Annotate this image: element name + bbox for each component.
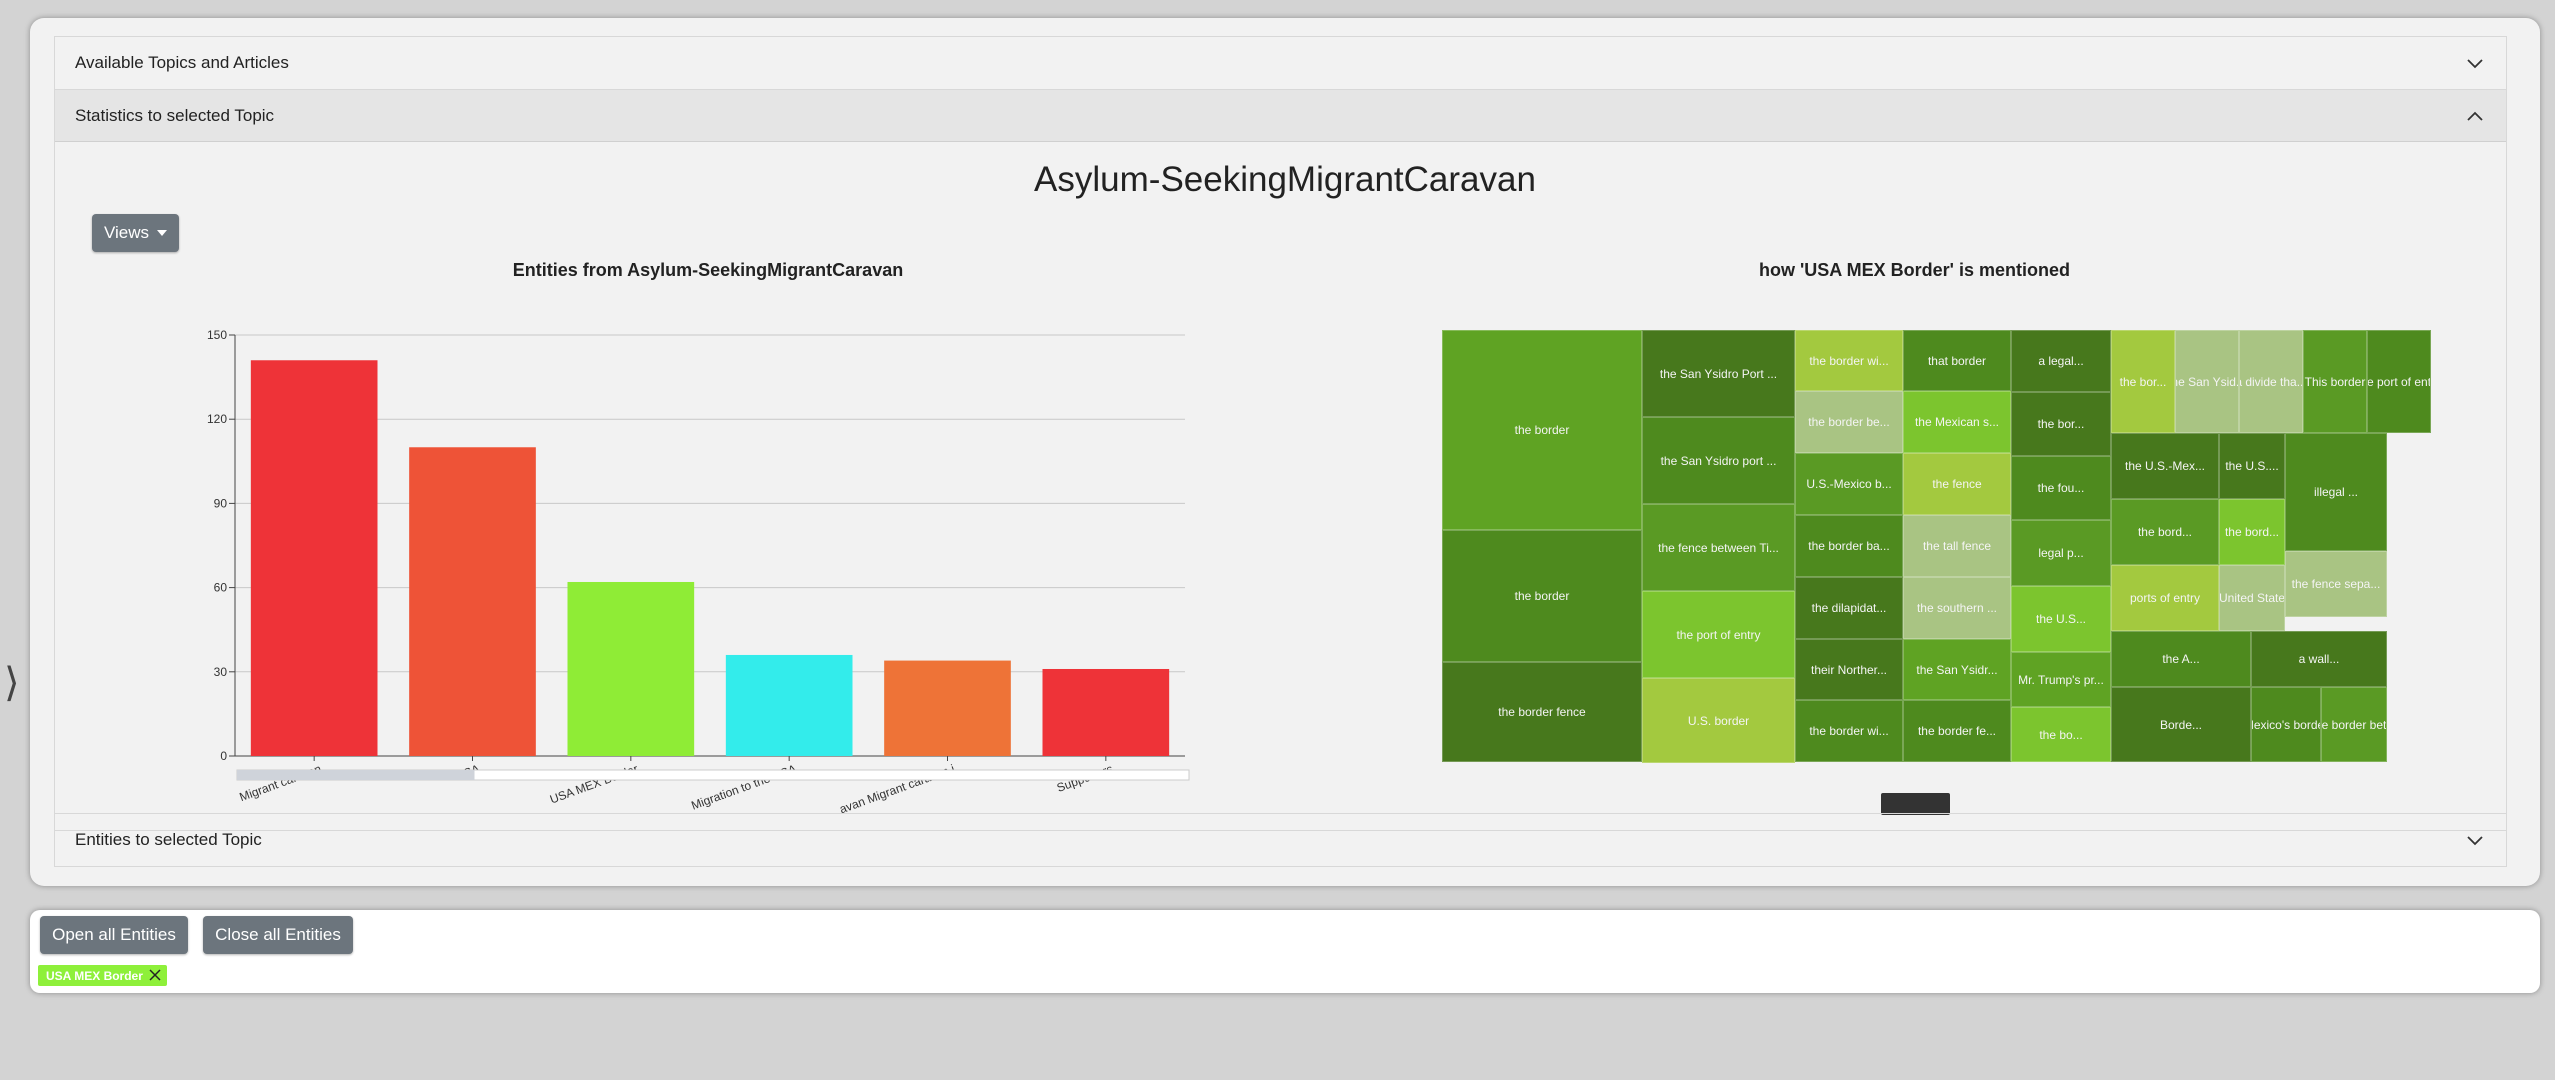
chevron-up-icon [2467,111,2483,121]
entity-tag-label: USA MEX Border [46,968,143,983]
x-tick-label: USA MEX Border [548,762,640,807]
bar [567,581,695,756]
accordion-statistics-label: Statistics to selected Topic [75,105,275,125]
main-panel: Available Topics and Articles Statistics… [30,18,2540,886]
treemap-cell[interactable]: the border wi... [1795,330,1903,391]
treemap-cell[interactable]: a United State... [2219,565,2285,631]
treemap-cell[interactable]: that border [1903,330,2011,391]
treemap-cell[interactable]: Borde... [2111,687,2251,762]
treemap-cell[interactable]: the dilapidat... [1795,577,1903,639]
y-tick-label: 0 [220,749,227,763]
treemap-cell[interactable]: the border bet... [2321,687,2387,762]
x-tick-label: Migration to the USA [689,762,798,813]
chevron-down-icon [2467,836,2483,846]
close-all-entities-button[interactable]: Close all Entities [203,916,353,954]
treemap-cell[interactable]: the port of entry [1642,591,1795,678]
treemap-cell[interactable]: the fence [1903,453,2011,515]
treemap-cell[interactable]: This border [2303,330,2367,433]
treemap: the border the border the border fence the … [1442,330,2431,763]
chevron-down-icon [2467,59,2483,69]
close-icon[interactable] [147,967,163,983]
treemap-cell[interactable]: ports of entry [2111,565,2219,631]
treemap-cell[interactable]: the San Ysidro port ... [1642,417,1795,504]
bar-chart-title: Entities from Asylum-SeekingMigrantCarav… [512,260,904,280]
treemap-cell[interactable]: the border fe... [1903,700,2011,762]
treemap-cell[interactable]: a wall... [2251,631,2387,687]
bar-chart: 0306090120150Migrant caravanUSAUSA MEX B… [207,328,1190,816]
accordion-statistics-header[interactable]: Statistics to selected Topic [55,90,2506,142]
topic-title: Asylum-SeekingMigrantCaravan [1034,160,1536,199]
views-dropdown-button[interactable]: Views [92,214,179,252]
treemap-cell[interactable]: the border ba... [1795,515,1903,577]
treemap-cell[interactable]: the border fence [1442,662,1642,762]
treemap-cell[interactable]: the tall fence [1903,515,2011,577]
treemap-cell[interactable]: the fence sepa... [2285,551,2387,617]
treemap-cell[interactable]: U.S.-Mexico b... [1795,453,1903,515]
treemap-cell[interactable]: the bor... [2111,330,2175,433]
x-tick-label: Migrant caravan [238,762,324,805]
y-tick-label: 60 [214,581,228,595]
treemap-cell[interactable]: the border [1442,330,1642,530]
y-tick-label: 120 [207,412,227,426]
accordion-topics-header[interactable]: Available Topics and Articles [55,37,2506,89]
treemap-cell[interactable]: the A... [2111,631,2251,687]
views-label: Views [103,223,150,242]
treemap-cell[interactable]: the bord... [2219,499,2285,565]
treemap-cell[interactable]: the bor... [2011,392,2111,456]
treemap-cell[interactable]: the Mexican s... [1903,391,2011,453]
treemap-back-button[interactable] [1881,793,1950,815]
treemap-cell[interactable]: the bo... [2011,707,2111,762]
treemap-cell[interactable]: the border wi... [1795,700,1903,762]
treemap-cell[interactable]: Mexico's border [2251,687,2321,762]
accordion-topics: Available Topics and Articles [54,36,2507,90]
treemap-cell[interactable]: legal p... [2011,520,2111,586]
treemap-cell[interactable]: the San Ysidr... [1903,639,2011,700]
bar [409,447,536,756]
treemap-cell[interactable]: U.S. border [1642,678,1795,763]
treemap-cell[interactable]: the U.S... [2011,586,2111,652]
chart-scrollbar-thumb[interactable] [237,770,475,780]
treemap-cell[interactable]: the San Ysidro Port ... [1642,330,1795,417]
accordion-entities: Entities to selected Topic [54,813,2507,867]
accordion-entities-label: Entities to selected Topic [75,830,262,849]
accordion-entities-header[interactable]: Entities to selected Topic [55,814,2506,866]
treemap-cell[interactable]: their Norther... [1795,639,1903,700]
sidebar-toggle-icon[interactable]: ⟩ [4,660,20,706]
treemap-cell[interactable]: a legal... [2011,330,2111,392]
entity-bar: Open all Entities Close all Entities USA… [30,910,2540,993]
accordion-topics-label: Available Topics and Articles [75,53,289,72]
y-tick-label: 150 [207,328,227,342]
treemap-cell[interactable]: the border be... [1795,391,1903,453]
y-tick-label: 30 [214,665,228,679]
treemap-cell[interactable]: Mr. Trump's pr... [2011,652,2111,707]
treemap-cell[interactable]: the U.S.-Mex... [2111,433,2219,499]
treemap-cell[interactable]: the U.S.... [2219,433,2285,499]
open-all-entities-button[interactable]: Open all Entities [40,916,188,954]
treemap-cell[interactable]: the port of entry [2367,330,2431,433]
treemap-cell[interactable]: illegal ... [2285,433,2387,551]
treemap-title: how 'USA MEX Border' is mentioned [1759,260,2070,280]
treemap-cell[interactable]: the border [1442,530,1642,662]
treemap-cell[interactable]: the fou... [2011,456,2111,520]
treemap-cell[interactable]: the fence between Ti... [1642,504,1795,591]
treemap-cell[interactable]: the southern ... [1903,577,2011,639]
y-tick-label: 90 [214,496,228,510]
bar [884,660,1011,756]
entity-tag: USA MEX Border [38,965,167,986]
caret-down-icon [157,230,168,236]
treemap-cell[interactable]: the San Ysid... [2175,330,2239,433]
bar [725,654,853,756]
treemap-cell[interactable]: the bord... [2111,499,2219,565]
treemap-cell[interactable]: a divide tha... [2239,330,2303,433]
bar [250,360,378,756]
bar [1042,668,1170,756]
